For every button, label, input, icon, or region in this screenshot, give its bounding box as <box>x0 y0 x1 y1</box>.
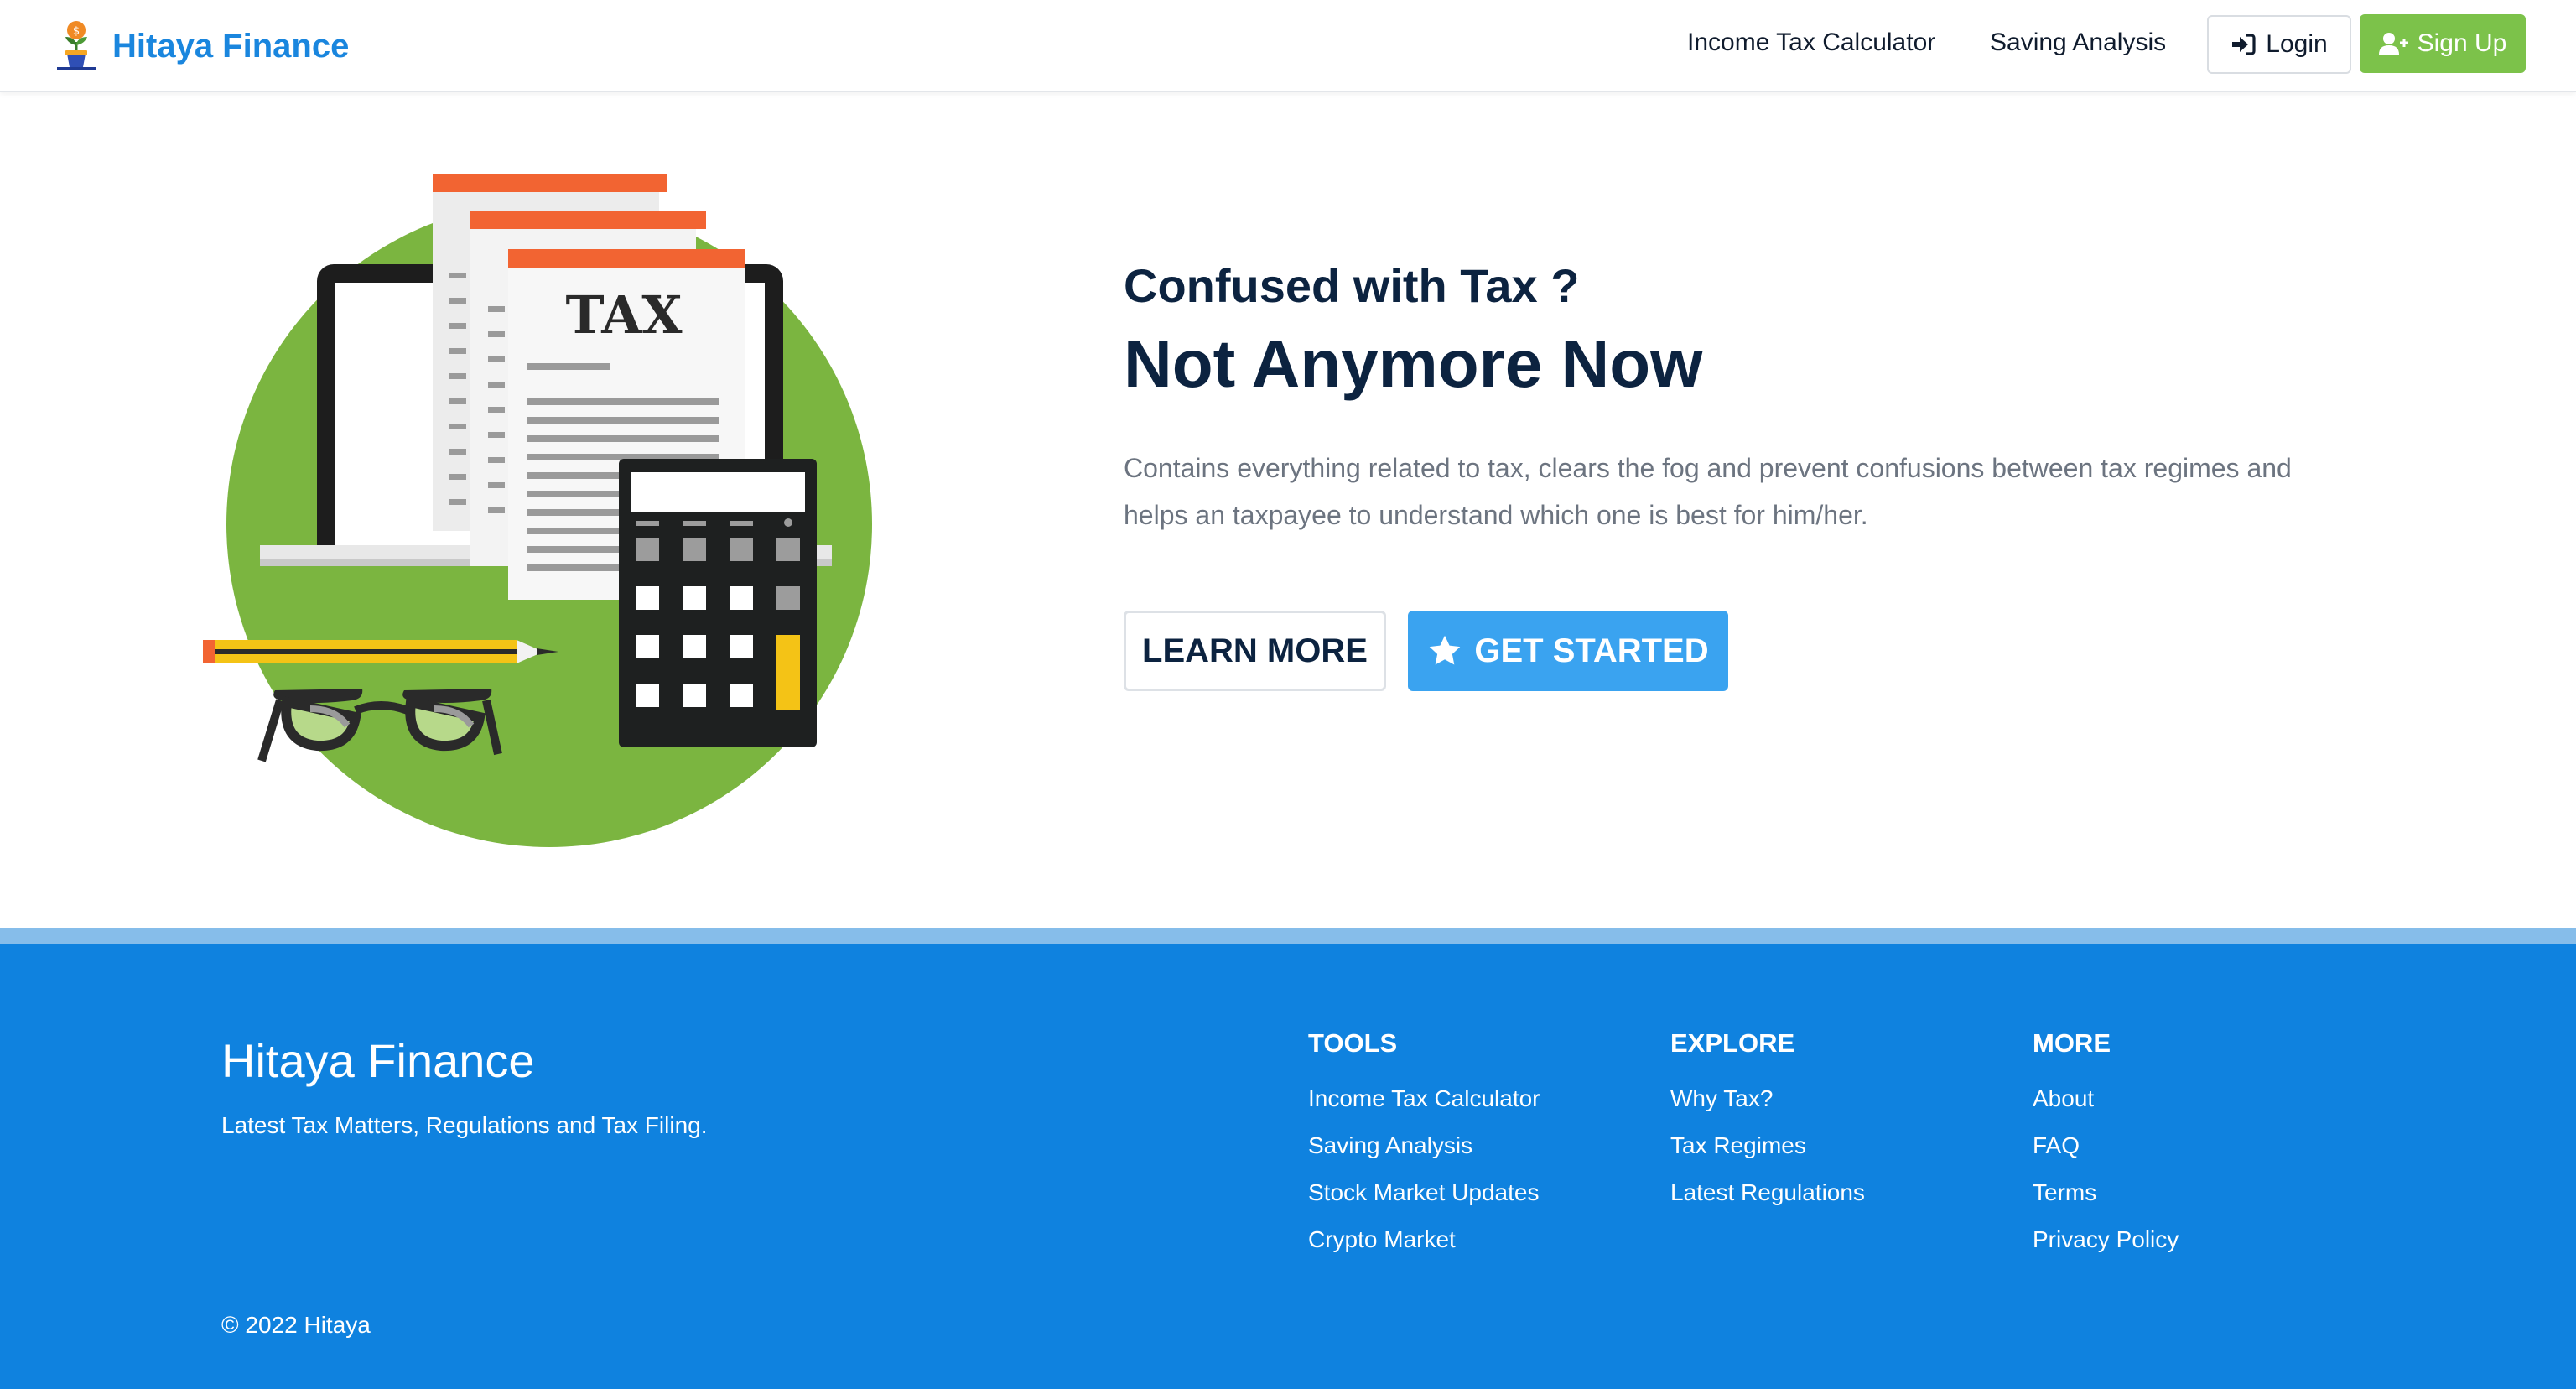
footer-link-saving-analysis[interactable]: Saving Analysis <box>1308 1122 1540 1169</box>
footer-link-privacy-policy[interactable]: Privacy Policy <box>2033 1216 2179 1263</box>
brand-name: Hitaya Finance <box>112 27 350 65</box>
pencil-icon <box>203 640 558 663</box>
hero-subtitle: Confused with Tax ? <box>1124 259 1580 312</box>
footer-heading-explore: EXPLORE <box>1670 1028 1795 1058</box>
footer-heading-tools: TOOLS <box>1308 1028 1398 1058</box>
login-button[interactable]: Login <box>2207 15 2351 74</box>
learn-more-button[interactable]: LEARN MORE <box>1124 611 1386 691</box>
hero-description: Contains everything related to tax, clea… <box>1124 453 2292 530</box>
footer-brand: Hitaya Finance <box>221 1034 535 1087</box>
footer-link-stock-market-updates[interactable]: Stock Market Updates <box>1308 1169 1540 1216</box>
brand-link[interactable]: $ Hitaya Finance <box>50 18 349 74</box>
footer: Hitaya Finance Latest Tax Matters, Regul… <box>0 944 2576 1389</box>
footer-column-more: MORE About FAQ Terms Privacy Policy <box>2033 1028 2179 1263</box>
footer-link-why-tax[interactable]: Why Tax? <box>1670 1075 1865 1122</box>
get-started-label: GET STARTED <box>1474 632 1709 669</box>
footer-column-explore: EXPLORE Why Tax? Tax Regimes Latest Regu… <box>1670 1028 1865 1216</box>
footer-link-income-tax-calculator[interactable]: Income Tax Calculator <box>1308 1075 1540 1122</box>
get-started-button[interactable]: GET STARTED <box>1408 611 1728 691</box>
footer-link-about[interactable]: About <box>2033 1075 2179 1122</box>
sign-in-icon <box>2232 34 2256 55</box>
nav-saving-analysis[interactable]: Saving Analysis <box>1990 29 2166 57</box>
tax-illustration: TAX <box>203 174 872 847</box>
svg-text:$: $ <box>73 25 80 38</box>
footer-link-latest-regulations[interactable]: Latest Regulations <box>1670 1169 1865 1216</box>
footer-link-faq[interactable]: FAQ <box>2033 1122 2179 1169</box>
calculator-icon <box>619 459 817 747</box>
navbar: $ Hitaya Finance Income Tax Calculator S… <box>0 0 2576 92</box>
footer-top-strip <box>0 928 2576 944</box>
footer-link-tax-regimes[interactable]: Tax Regimes <box>1670 1122 1865 1169</box>
footer-column-tools: TOOLS Income Tax Calculator Saving Analy… <box>1308 1028 1540 1263</box>
nav-income-tax-calculator[interactable]: Income Tax Calculator <box>1687 29 1935 57</box>
tax-paper-label: TAX <box>566 284 683 346</box>
footer-heading-more: MORE <box>2033 1028 2111 1058</box>
login-label: Login <box>2266 30 2328 58</box>
user-plus-icon <box>2378 33 2408 55</box>
footer-link-terms[interactable]: Terms <box>2033 1169 2179 1216</box>
footer-tagline: Latest Tax Matters, Regulations and Tax … <box>221 1112 708 1138</box>
star-icon <box>1430 635 1461 665</box>
signup-button[interactable]: Sign Up <box>2360 14 2526 73</box>
footer-link-crypto-market[interactable]: Crypto Market <box>1308 1216 1540 1263</box>
money-plant-logo-icon: $ <box>57 21 96 70</box>
footer-copyright: © 2022 Hitaya <box>221 1312 371 1338</box>
hero-title: Not Anymore Now <box>1124 326 1703 401</box>
signup-label: Sign Up <box>2417 29 2507 57</box>
